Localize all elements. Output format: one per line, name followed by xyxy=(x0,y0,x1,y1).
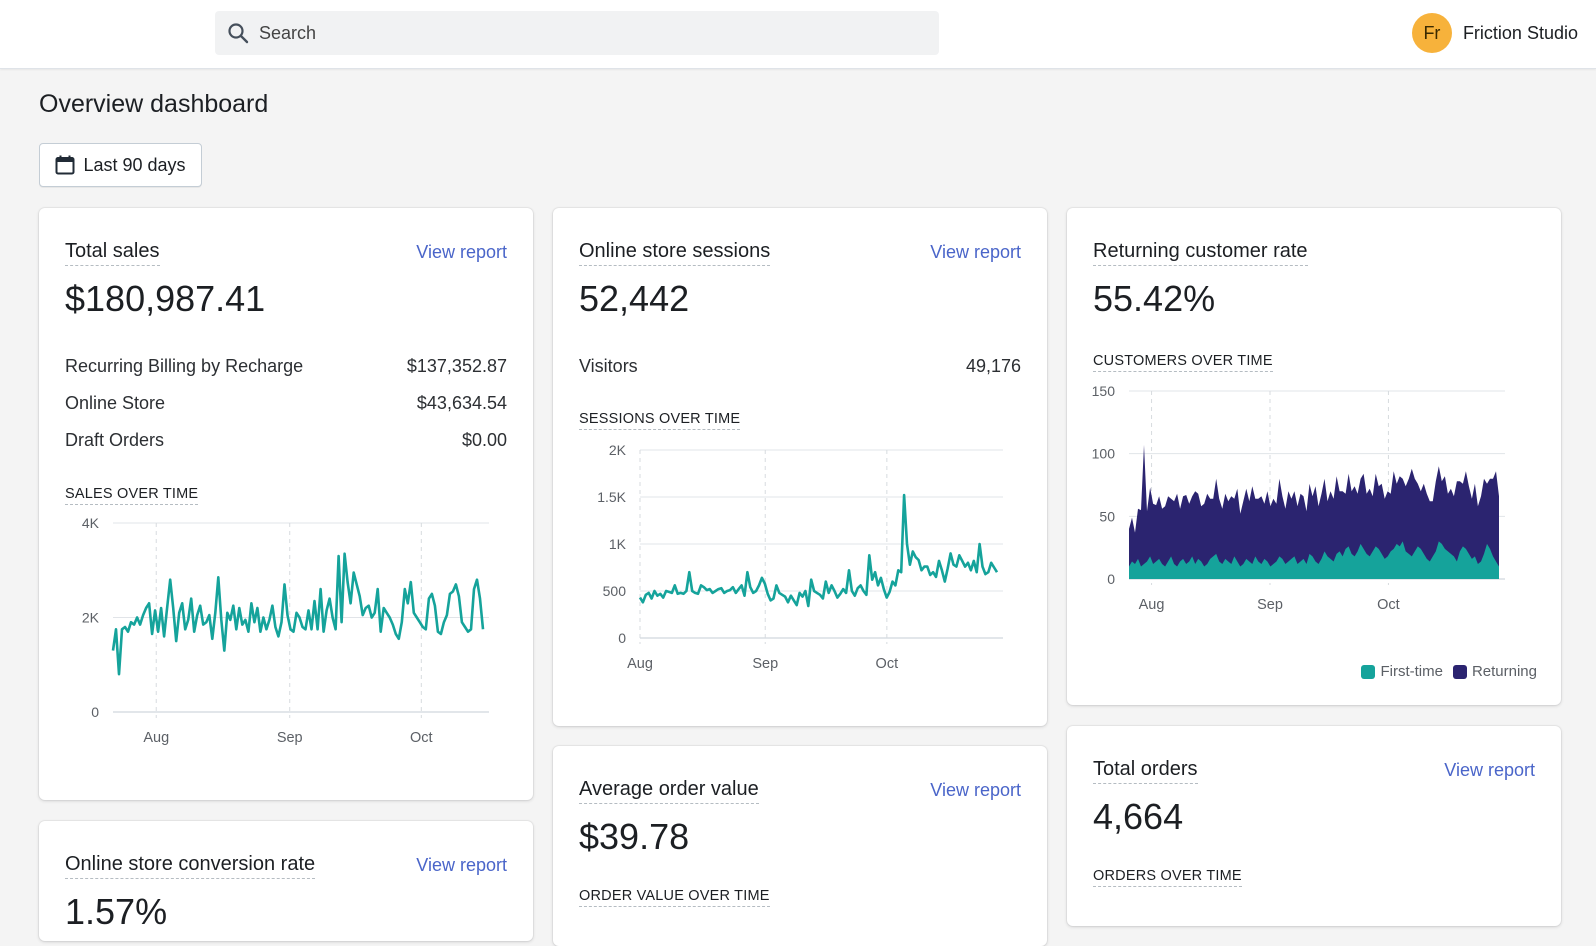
sessions-value: 52,442 xyxy=(579,278,690,319)
total-sales-card: Total sales View report $180,987.41 Recu… xyxy=(39,208,533,800)
legend-swatch xyxy=(1361,664,1376,679)
returning-rate-value: 55.42% xyxy=(1093,278,1216,319)
sessions-chart: 0 500 1K 1.5K 2K Aug Sep Oct xyxy=(597,442,1003,672)
x-tick-label: Aug xyxy=(143,730,169,746)
total-sales-value: $180,987.41 xyxy=(65,278,266,319)
series-line xyxy=(638,493,999,608)
chart-title: ORDER VALUE OVER TIME xyxy=(579,888,770,907)
view-report-link[interactable]: View report xyxy=(416,242,507,263)
top-bar: Fr Friction Studio xyxy=(0,0,1596,69)
y-tick-label: 2K xyxy=(609,442,627,458)
sales-chart: 0 2K 4K Aug Sep Oct xyxy=(82,515,489,746)
store-name: Friction Studio xyxy=(1462,22,1578,43)
chart-title: ORDERS OVER TIME xyxy=(1093,868,1242,887)
x-tick-label: Sep xyxy=(1257,597,1283,613)
view-report-link[interactable]: View report xyxy=(930,780,1021,801)
y-tick-label: 0 xyxy=(1107,571,1115,587)
card-title: Online store sessions xyxy=(579,240,771,266)
store-menu[interactable]: Fr Friction Studio xyxy=(1411,13,1578,53)
search-icon xyxy=(228,23,249,44)
calendar-icon xyxy=(55,155,75,175)
card-title: Total sales xyxy=(65,240,160,266)
search-bar[interactable] xyxy=(215,11,939,55)
conversion-value: 1.57% xyxy=(65,891,168,932)
breakdown-value: 49,176 xyxy=(965,356,1021,376)
y-tick-label: 500 xyxy=(603,583,627,599)
view-report-link[interactable]: View report xyxy=(1444,760,1535,781)
breakdown-value: $0.00 xyxy=(461,430,507,450)
y-tick-label: 2K xyxy=(82,610,100,626)
breakdown-row: Online Store $43,634.54 xyxy=(65,393,507,414)
card-title: Returning customer rate xyxy=(1093,240,1308,266)
card-title: Total orders xyxy=(1093,758,1198,784)
y-tick-label: 1K xyxy=(609,536,627,552)
card-title: Average order value xyxy=(579,778,759,804)
x-tick-label: Oct xyxy=(1377,597,1400,613)
orders-value: 4,664 xyxy=(1093,796,1184,837)
legend-swatch xyxy=(1452,664,1467,679)
breakdown-value: $43,634.54 xyxy=(416,393,507,413)
y-tick-label: 4K xyxy=(82,515,100,531)
chart-legend: First-time Returning xyxy=(1351,663,1537,680)
breakdown-label: Recurring Billing by Recharge xyxy=(65,356,304,376)
y-tick-label: 150 xyxy=(1092,383,1116,399)
y-tick-label: 0 xyxy=(91,704,99,720)
card-title: Online store conversion rate xyxy=(65,853,316,879)
date-range-label: Last 90 days xyxy=(83,154,186,175)
breakdown-row: Visitors 49,176 xyxy=(579,356,1021,377)
legend-item: Returning xyxy=(1452,663,1537,680)
y-tick-label: 100 xyxy=(1092,446,1116,462)
x-tick-label: Aug xyxy=(627,656,653,672)
chart-title: SESSIONS OVER TIME xyxy=(579,411,741,430)
legend-label: First-time xyxy=(1380,663,1443,680)
x-tick-label: Sep xyxy=(752,656,778,672)
x-tick-label: Oct xyxy=(410,730,433,746)
breakdown-label: Draft Orders xyxy=(65,430,165,450)
chart-title: CUSTOMERS OVER TIME xyxy=(1093,353,1273,372)
legend-label: Returning xyxy=(1471,663,1537,680)
search-input[interactable] xyxy=(257,21,901,45)
view-report-link[interactable]: View report xyxy=(930,242,1021,263)
conversion-card: Online store conversion rate View report… xyxy=(39,821,533,941)
chart-title: SALES OVER TIME xyxy=(65,486,199,505)
view-report-link[interactable]: View report xyxy=(416,855,507,876)
customers-chart: 0 50 100 150 Aug Sep Oct xyxy=(1092,383,1505,613)
breakdown-row: Recurring Billing by Recharge $137,352.8… xyxy=(65,356,507,377)
aov-card: Average order value View report $39.78 O… xyxy=(553,746,1047,946)
x-tick-label: Sep xyxy=(277,730,303,746)
legend-item: First-time xyxy=(1361,663,1443,680)
y-tick-label: 1.5K xyxy=(597,489,626,505)
x-tick-label: Oct xyxy=(876,656,899,672)
x-tick-label: Aug xyxy=(1139,597,1165,613)
breakdown-label: Online Store xyxy=(65,393,166,413)
y-tick-label: 50 xyxy=(1099,508,1115,524)
date-range-button[interactable]: Last 90 days xyxy=(39,143,202,187)
sessions-card: Online store sessions View report 52,442… xyxy=(553,208,1047,726)
breakdown-label: Visitors xyxy=(579,356,638,376)
series-line xyxy=(111,552,485,676)
total-orders-card: Total orders View report 4,664 ORDERS OV… xyxy=(1067,726,1561,926)
breakdown-value: $137,352.87 xyxy=(406,356,507,376)
aov-value: $39.78 xyxy=(579,816,690,857)
returning-customer-card: Returning customer rate 55.42% CUSTOMERS… xyxy=(1067,208,1561,705)
avatar: Fr xyxy=(1411,13,1452,53)
y-tick-label: 0 xyxy=(618,630,626,646)
page-title: Overview dashboard xyxy=(39,90,269,118)
breakdown-row: Draft Orders $0.00 xyxy=(65,430,507,451)
